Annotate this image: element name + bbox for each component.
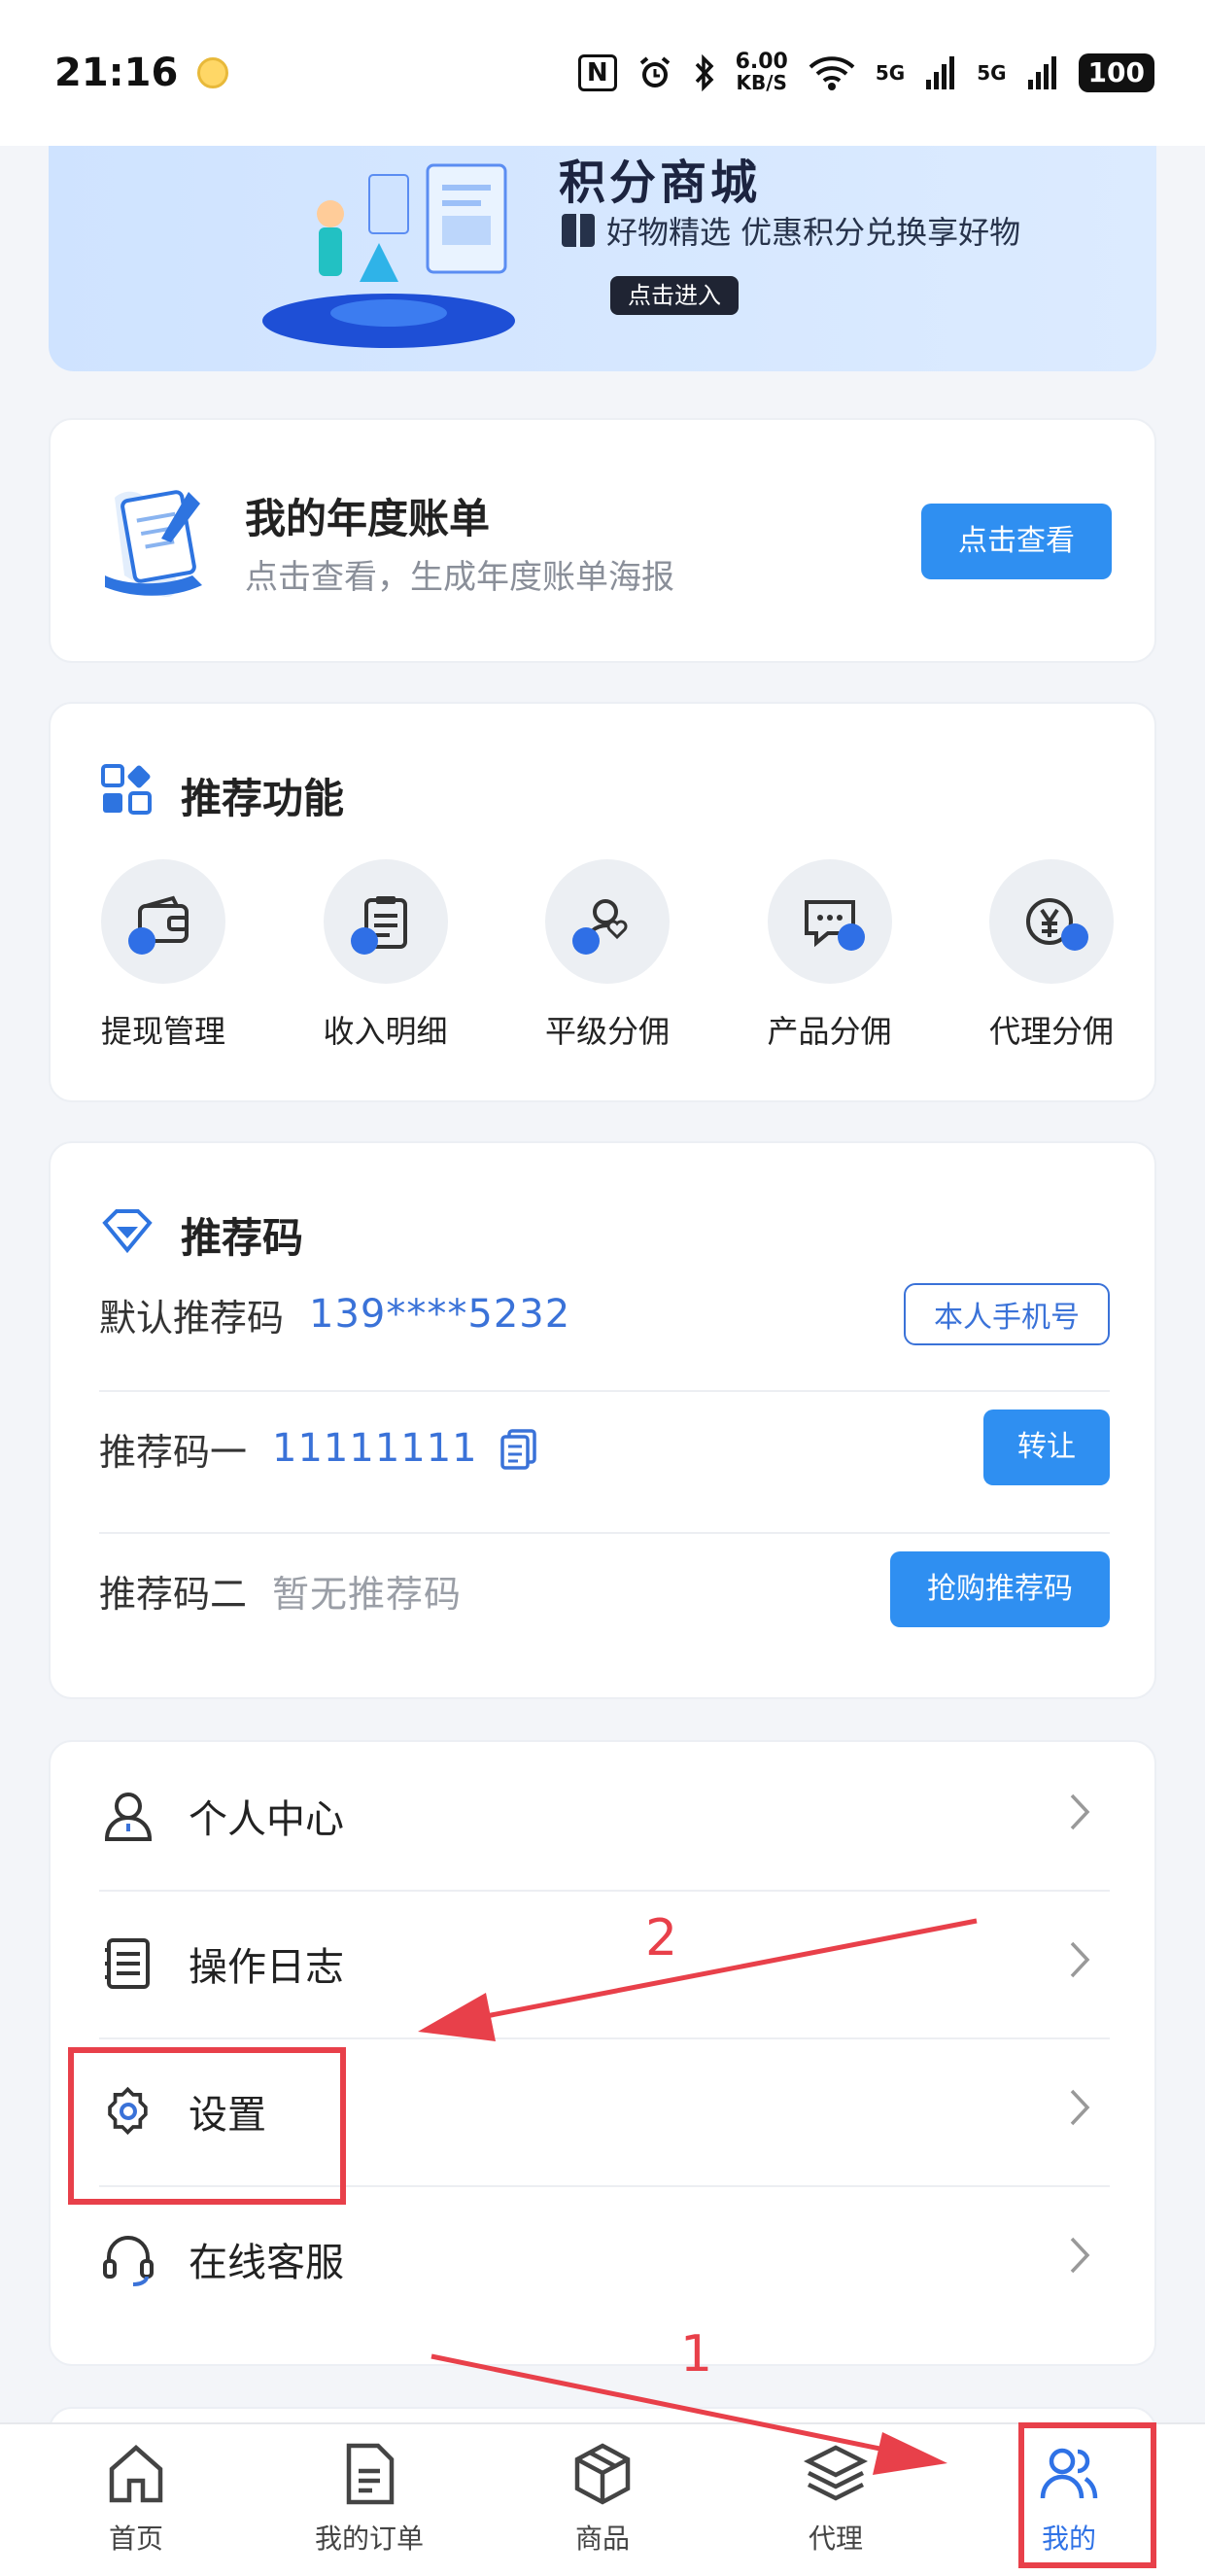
own-phone-button[interactable]: 本人手机号 xyxy=(904,1283,1110,1345)
function-icon-circle xyxy=(323,859,448,984)
referral-code-title: 推荐码 xyxy=(181,1214,304,1262)
annotation-box-settings xyxy=(68,2047,346,2205)
banner-subtitle: 好物精选 优惠积分兑换享好物 xyxy=(606,214,1021,251)
default-referral-label: 默认推荐码 xyxy=(99,1296,285,1340)
function-icon-circle xyxy=(989,859,1114,984)
divider xyxy=(99,1390,1110,1392)
nfc-icon: N xyxy=(577,54,617,91)
function-label: 提现管理 xyxy=(100,1013,225,1050)
function-income-details[interactable]: 收入明细 xyxy=(298,859,473,1052)
headset-icon xyxy=(103,2236,154,2286)
accent-dot xyxy=(572,927,600,955)
chevron-right-icon xyxy=(1070,2089,1090,2126)
referral-code-1-value: 11111111 xyxy=(272,1426,478,1471)
banner-subtitle-row: 好物精选 优惠积分兑换享好物 xyxy=(562,208,1020,253)
menu-item-label: 个人中心 xyxy=(189,1797,344,1842)
status-time-group: 21:16 xyxy=(54,51,229,95)
tab-products[interactable]: 商品 xyxy=(510,2440,695,2557)
functions-grid: 提现管理 收入明细 平级分佣 产品分佣 代理分佣 xyxy=(51,859,1158,1052)
status-bar: 21:16 N 6.00 KB/S 5G 5G 100 xyxy=(0,0,1205,146)
person-icon xyxy=(104,1793,153,1841)
tab-home[interactable]: 首页 xyxy=(44,2440,228,2557)
referral-code-2-value: 暂无推荐码 xyxy=(272,1572,463,1616)
annual-bill-subtitle: 点击查看，生成年度账单海报 xyxy=(245,558,674,597)
signal-5g-label-2: 5G xyxy=(977,61,1007,85)
signal-icon xyxy=(1027,56,1056,89)
tab-my-orders[interactable]: 我的订单 xyxy=(277,2440,462,2557)
tab-label: 商品 xyxy=(574,2523,630,2555)
function-peer-commission[interactable]: 平级分佣 xyxy=(520,859,695,1052)
chevron-right-icon xyxy=(1070,1941,1090,1978)
default-referral-value: 139****5232 xyxy=(309,1292,571,1337)
function-product-commission[interactable]: 产品分佣 xyxy=(742,859,917,1052)
status-icons: N 6.00 KB/S 5G 5G 100 xyxy=(577,52,1154,94)
referral-code-2-label: 推荐码二 xyxy=(99,1572,248,1616)
referral-code-1-label: 推荐码一 xyxy=(99,1430,248,1474)
divider xyxy=(99,1532,1110,1534)
annotation-box-mine-tab xyxy=(1018,2422,1156,2568)
tab-label: 我的订单 xyxy=(314,2523,424,2555)
diamond-icon xyxy=(102,1209,153,1254)
function-agent-commission[interactable]: 代理分佣 xyxy=(964,859,1139,1052)
notification-emoji-icon xyxy=(197,57,229,88)
function-label: 产品分佣 xyxy=(767,1013,892,1050)
status-time: 21:16 xyxy=(54,51,179,95)
bluetooth-icon xyxy=(695,54,714,91)
signal-5g-label-1: 5G xyxy=(875,61,906,85)
tab-label: 首页 xyxy=(108,2523,163,2555)
grid-apps-icon xyxy=(101,764,152,815)
net-speed: 6.00 KB/S xyxy=(736,52,788,94)
net-speed-unit: KB/S xyxy=(736,71,787,94)
function-label: 收入明细 xyxy=(323,1013,448,1050)
transfer-button[interactable]: 转让 xyxy=(983,1410,1110,1485)
buy-referral-code-button[interactable]: 抢购推荐码 xyxy=(890,1551,1110,1627)
gift-icon xyxy=(562,214,595,247)
annotation-step-1: 1 xyxy=(680,2325,713,2384)
points-mall-banner[interactable]: 积分商城 好物精选 优惠积分兑换享好物 点击进入 xyxy=(49,146,1156,371)
annual-bill-title: 我的年度账单 xyxy=(245,495,491,542)
points-mall-illustration xyxy=(262,163,515,348)
box-icon xyxy=(574,2443,631,2505)
alarm-icon xyxy=(639,56,670,87)
enter-mall-button[interactable]: 点击进入 xyxy=(610,276,739,315)
chevron-right-icon xyxy=(1070,1793,1090,1830)
signal-icon xyxy=(926,56,955,89)
chevron-right-icon xyxy=(1070,2237,1090,2274)
function-label: 平级分佣 xyxy=(544,1013,670,1050)
accent-dot xyxy=(128,927,155,955)
recommended-functions-card: 推荐功能 提现管理 收入明细 平级分佣 产品分佣 代理分佣 xyxy=(49,702,1156,1102)
referral-code-card: 推荐码 默认推荐码 139****5232 本人手机号 推荐码一 1111111… xyxy=(49,1141,1156,1699)
menu-item-label: 操作日志 xyxy=(189,1945,344,1990)
order-icon xyxy=(346,2443,395,2505)
recommended-functions-title: 推荐功能 xyxy=(181,775,345,822)
accent-dot xyxy=(350,927,378,955)
accent-dot xyxy=(1061,923,1088,951)
annual-bill-card[interactable]: 我的年度账单 点击查看，生成年度账单海报 点击查看 xyxy=(49,418,1156,663)
menu-item-operation-log[interactable]: 操作日志 xyxy=(99,1890,1110,2037)
log-icon xyxy=(105,1938,150,1989)
annotation-step-2: 2 xyxy=(645,1909,678,1967)
function-icon-circle xyxy=(767,859,892,984)
menu-item-personal-center[interactable]: 个人中心 xyxy=(99,1742,1110,1890)
layers-icon xyxy=(803,2445,869,2501)
function-icon-circle xyxy=(101,859,225,984)
view-annual-bill-button[interactable]: 点击查看 xyxy=(921,504,1112,579)
home-icon xyxy=(109,2445,163,2503)
function-icon-circle xyxy=(545,859,670,984)
accent-dot xyxy=(837,923,865,951)
function-label: 代理分佣 xyxy=(988,1013,1114,1050)
menu-item-online-service[interactable]: 在线客服 xyxy=(99,2185,1110,2333)
function-withdraw-management[interactable]: 提现管理 xyxy=(76,859,251,1052)
tab-label: 代理 xyxy=(808,2523,863,2555)
banner-title: 积分商城 xyxy=(559,156,762,210)
copy-icon[interactable] xyxy=(499,1427,538,1470)
battery-indicator: 100 xyxy=(1078,53,1154,92)
tab-agent[interactable]: 代理 xyxy=(743,2440,928,2557)
wifi-icon xyxy=(809,56,855,90)
annual-bill-icon xyxy=(105,490,202,598)
referral-code-1-row: 推荐码一 11111111 xyxy=(99,1410,1110,1487)
menu-item-label: 在线客服 xyxy=(189,2241,344,2285)
